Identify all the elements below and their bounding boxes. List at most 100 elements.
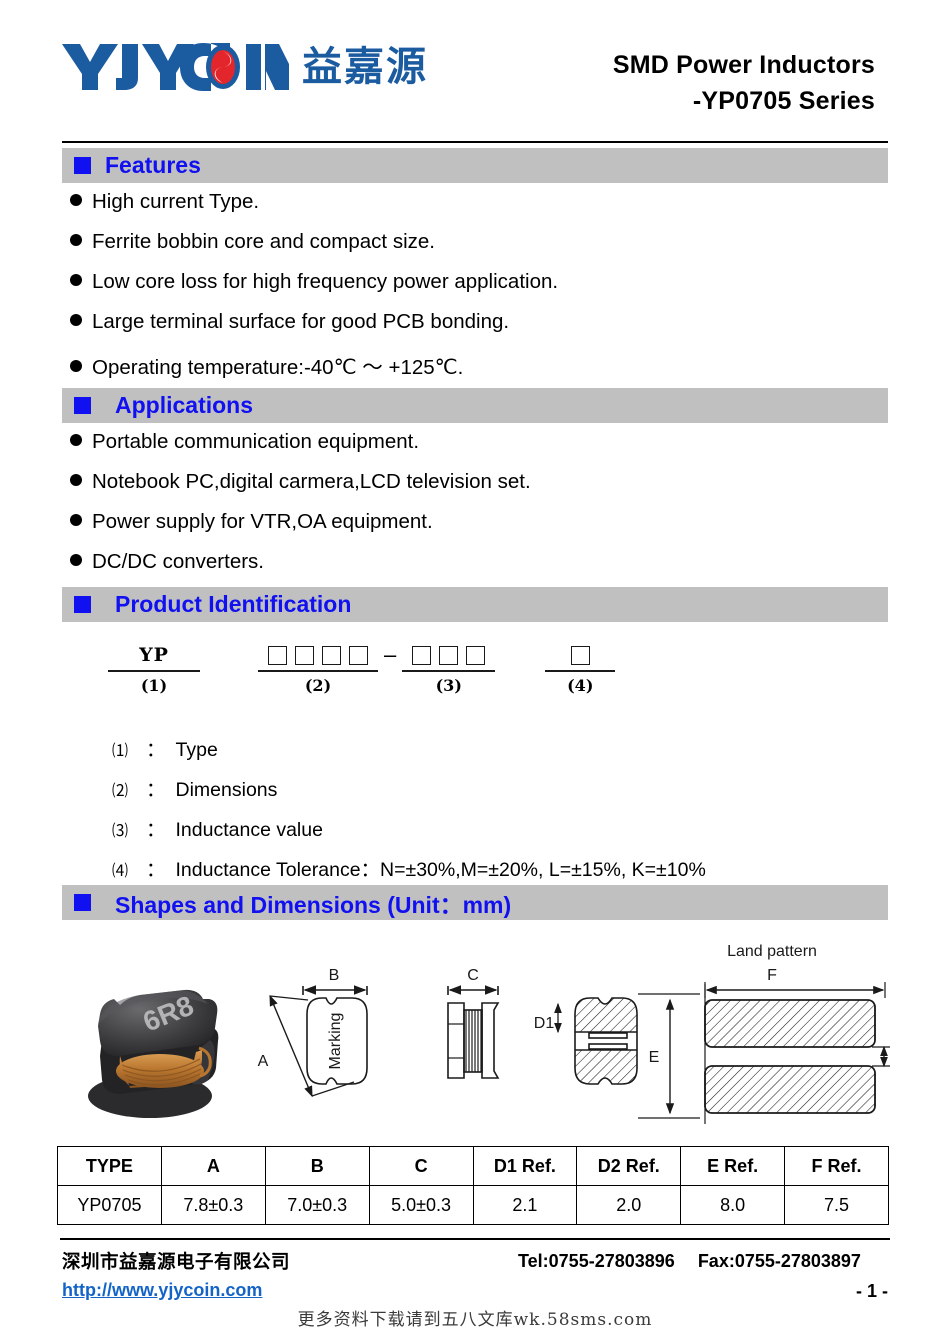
page-number: - 1 - [855,1281,888,1301]
dimension-label-f: F [767,967,777,984]
footer-website-link[interactable]: http://www.yjycoin.com [62,1280,262,1301]
part-number-group-2: (2) [258,640,378,695]
feature-text: Operating temperature:-40℃ ～ +125℃. [92,356,464,379]
dimension-label-d2: D2 [889,1051,890,1068]
bullet-dot-icon [70,194,82,206]
cell-e: 8.0 [680,1185,786,1225]
legend-text: Type [175,739,218,761]
legend-colon: ： [146,819,166,841]
legend-item: ⑶ ： Inductance value [112,813,902,853]
section-header-features: Features [62,148,888,183]
legend-text: Dimensions [175,779,278,801]
list-item: Ferrite bobbin core and compact size. [70,230,890,270]
footer-fax: Fax:0755-27803897 [697,1251,861,1271]
features-top-rule [62,141,888,143]
part-number-group-4: (4) [545,640,616,695]
cell-type: YP0705 [57,1185,162,1225]
bottom-view-drawing: D1 [534,997,638,1085]
drawings-svg: 6R8 B A Marking C D1 Land pattern F E [88,943,910,1124]
marking-label: Marking [327,1013,344,1070]
column-header-d2: D2 Ref. [576,1146,682,1186]
part-number-box [295,645,314,665]
legend-index: ⑶ [112,821,129,840]
applications-title: Applications [115,392,254,418]
watermark-text: 更多资料下载请到五八文库wk.58sms.com [297,1310,653,1330]
legend-colon: ： [146,859,166,881]
application-text: DC/DC converters. [92,550,265,573]
legend-index: ⑴ [112,741,129,760]
list-item: Portable communication equipment. [70,430,890,470]
square-bullet-icon [74,397,91,414]
list-item: Low core loss for high frequency power a… [70,270,890,310]
table-header-row: TYPE A B C D1 Ref. D2 Ref. E Ref. F Ref. [57,1146,889,1186]
yjycoin-logo-icon [62,43,289,91]
dimension-label-b: B [329,967,340,984]
part-number-diagram: YP (1) (2) – (3) (4) [108,640,616,695]
list-item: High current Type. [70,190,890,230]
column-header-c: C [368,1146,474,1186]
part-number-index-3: (3) [435,676,462,695]
column-header-e: E Ref. [680,1146,786,1186]
page-title-line1: SMD Power Inductors [612,51,875,79]
cell-d1: 2.1 [472,1185,578,1225]
dimensions-table: TYPE A B C D1 Ref. D2 Ref. E Ref. F Ref.… [57,1146,889,1225]
column-header-b: B [264,1146,370,1186]
applications-list: Portable communication equipment. Notebo… [70,430,890,590]
footer-tel: Tel:0755-27803896 [518,1251,675,1271]
footer-company-name: 深圳市益嘉源电子有限公司 [62,1252,291,1273]
part-number-box [439,645,459,665]
page-title-line2: -YP0705 Series [692,86,875,115]
dimension-drawings: 6R8 B A Marking C D1 Land pattern F E [60,928,910,1140]
company-logo: 益嘉源 [60,38,428,96]
product-photo: 6R8 [88,990,219,1118]
part-number-box [412,645,432,665]
application-text: Notebook PC,digital carmera,LCD televisi… [92,470,531,493]
legend-text: Inductance value [175,819,323,841]
footer-company-block: 深圳市益嘉源电子有限公司 http://www.yjycoin.com [62,1248,290,1301]
part-number-box [268,645,287,665]
bullet-dot-icon [70,474,82,486]
column-header-d1: D1 Ref. [472,1146,578,1186]
table-row: YP0705 7.8±0.3 7.0±0.3 5.0±0.3 2.1 2.0 8… [57,1185,889,1225]
dimension-label-c: C [467,967,479,984]
legend-index: ⑷ [112,861,129,880]
column-header-f: F Ref. [784,1146,889,1186]
list-item: Large terminal surface for good PCB bond… [70,310,890,350]
land-pattern-label: Land pattern [727,943,817,960]
part-number-box [349,645,368,665]
list-item: Operating temperature:-40℃ ～ +125℃. [70,350,890,390]
list-item: Power supply for VTR,OA equipment. [70,510,890,550]
bullet-dot-icon [70,314,82,326]
top-view-drawing: B A Marking [258,967,368,1098]
land-pattern-drawing: Land pattern F E D2 [638,943,910,1124]
part-number-legend: ⑴ ： Type ⑵ ： Dimensions ⑶ ： Inductance v… [112,733,902,893]
bullet-dot-icon [70,274,82,286]
bullet-dot-icon [70,234,82,246]
list-item: Notebook PC,digital carmera,LCD televisi… [70,470,890,510]
column-header-type: TYPE [57,1146,162,1186]
dimension-label-a: A [258,1053,269,1070]
bullet-dot-icon [70,514,82,526]
feature-text: High current Type. [92,190,260,213]
legend-colon: ： [146,739,166,761]
part-number-index-4: (4) [567,676,594,695]
product-identification-title: Product Identification [115,591,352,617]
legend-colon: ： [146,779,166,801]
part-number-index-1: (1) [140,676,168,695]
cell-c: 5.0±0.3 [368,1185,474,1225]
dimension-label-e: E [649,1049,660,1066]
bullet-dot-icon [70,360,82,372]
application-text: Portable communication equipment. [92,430,420,453]
page-title: SMD Power Inductors -YP0705 Series [613,48,875,119]
footer-divider [60,1238,890,1240]
page-header: 益嘉源 SMD Power Inductors -YP0705 Series [0,0,950,118]
section-header-product-identification: Product Identification [62,587,888,622]
section-header-applications: Applications [62,388,888,423]
feature-text: Large terminal surface for good PCB bond… [92,310,510,333]
part-prefix-label: YP [139,644,169,666]
cell-f: 7.5 [784,1185,889,1225]
feature-text: Ferrite bobbin core and compact size. [92,230,435,253]
square-bullet-icon [74,894,91,911]
square-bullet-icon [74,157,91,174]
cell-a: 7.8±0.3 [160,1185,266,1225]
